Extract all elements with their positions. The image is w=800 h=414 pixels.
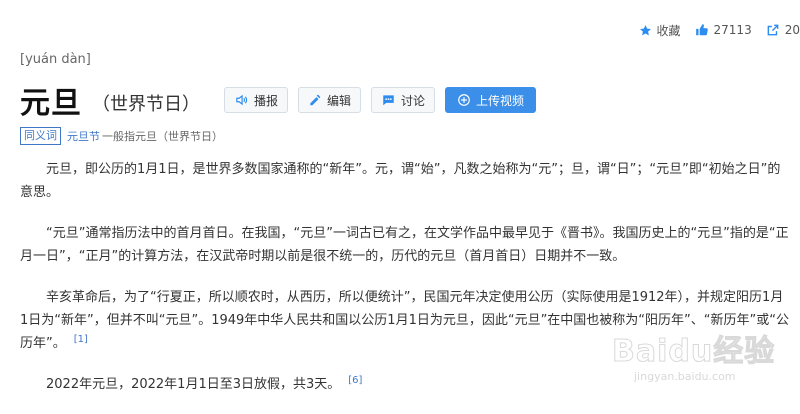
speaker-icon xyxy=(236,94,248,106)
share-button[interactable]: 20 xyxy=(766,23,800,37)
page-title: 元旦 xyxy=(20,86,82,121)
star-icon xyxy=(639,24,651,35)
upload-video-button[interactable]: 上传视频 xyxy=(445,87,537,113)
edit-button[interactable]: 编辑 xyxy=(298,87,362,113)
paragraph-text: “元旦”通常指历法中的首月首日。在我国，“元旦”一词古已有之，在文学作品中最早见… xyxy=(20,226,789,264)
like-count: 27113 xyxy=(713,23,752,37)
thumbs-up-icon xyxy=(695,24,708,36)
collect-button[interactable]: 收藏 xyxy=(639,22,681,39)
paragraph: 辛亥革命后，为了“行夏正，所以顺农时，从西历，所以便统计”，民国元年决定使用公历… xyxy=(20,286,790,355)
reference-link[interactable]: [6] xyxy=(348,375,362,386)
share-count: 20 xyxy=(784,23,800,37)
share-icon xyxy=(767,24,779,36)
paragraph: “元旦”通常指历法中的首月首日。在我国，“元旦”一词古已有之，在文学作品中最早见… xyxy=(20,222,790,268)
discuss-button[interactable]: 讨论 xyxy=(371,87,436,113)
collect-label: 收藏 xyxy=(656,23,681,38)
synonym-row: 同义词 元旦节 一般指元旦（世界节日） xyxy=(20,127,223,145)
paragraph-text: 元旦，即公历的1月1日，是世界多数国家通称的“新年”。元，谓“始”，凡数之始称为… xyxy=(20,162,781,200)
top-stats-bar: 收藏 27113 20 xyxy=(625,20,800,40)
like-button[interactable]: 27113 xyxy=(695,23,752,37)
page-subtitle: （世界节日） xyxy=(92,94,200,115)
synonym-note: 一般指元旦（世界节日） xyxy=(102,130,223,143)
entry-header: 元旦 （世界节日） 播报 编辑 讨论 上传视频 xyxy=(20,80,537,121)
paragraph: 元旦，即公历的1月1日，是世界多数国家通称的“新年”。元，谓“始”，凡数之始称为… xyxy=(20,158,790,204)
entry-content: 元旦，即公历的1月1日，是世界多数国家通称的“新年”。元，谓“始”，凡数之始称为… xyxy=(20,158,790,414)
paragraph-text: 2022年元旦，2022年1月1日至3日放假，共3天。 xyxy=(46,377,341,392)
paragraph-text: 辛亥革命后，为了“行夏正，所以顺农时，从西历，所以便统计”，民国元年决定使用公历… xyxy=(20,290,789,351)
reference-link[interactable]: [1] xyxy=(74,334,88,345)
play-label: 播报 xyxy=(254,93,279,108)
play-button[interactable]: 播报 xyxy=(224,87,289,113)
plus-circle-icon xyxy=(458,94,470,106)
pencil-icon xyxy=(310,94,321,106)
pinyin: [yuán dàn] xyxy=(20,52,91,67)
synonym-link[interactable]: 元旦节 xyxy=(67,128,100,144)
paragraph: 2022年元旦，2022年1月1日至3日放假，共3天。 [6] xyxy=(20,373,790,396)
upload-label: 上传视频 xyxy=(476,93,525,108)
synonym-tag: 同义词 xyxy=(20,127,61,145)
edit-label: 编辑 xyxy=(327,93,352,108)
discuss-label: 讨论 xyxy=(401,93,426,108)
chat-icon xyxy=(383,95,394,106)
